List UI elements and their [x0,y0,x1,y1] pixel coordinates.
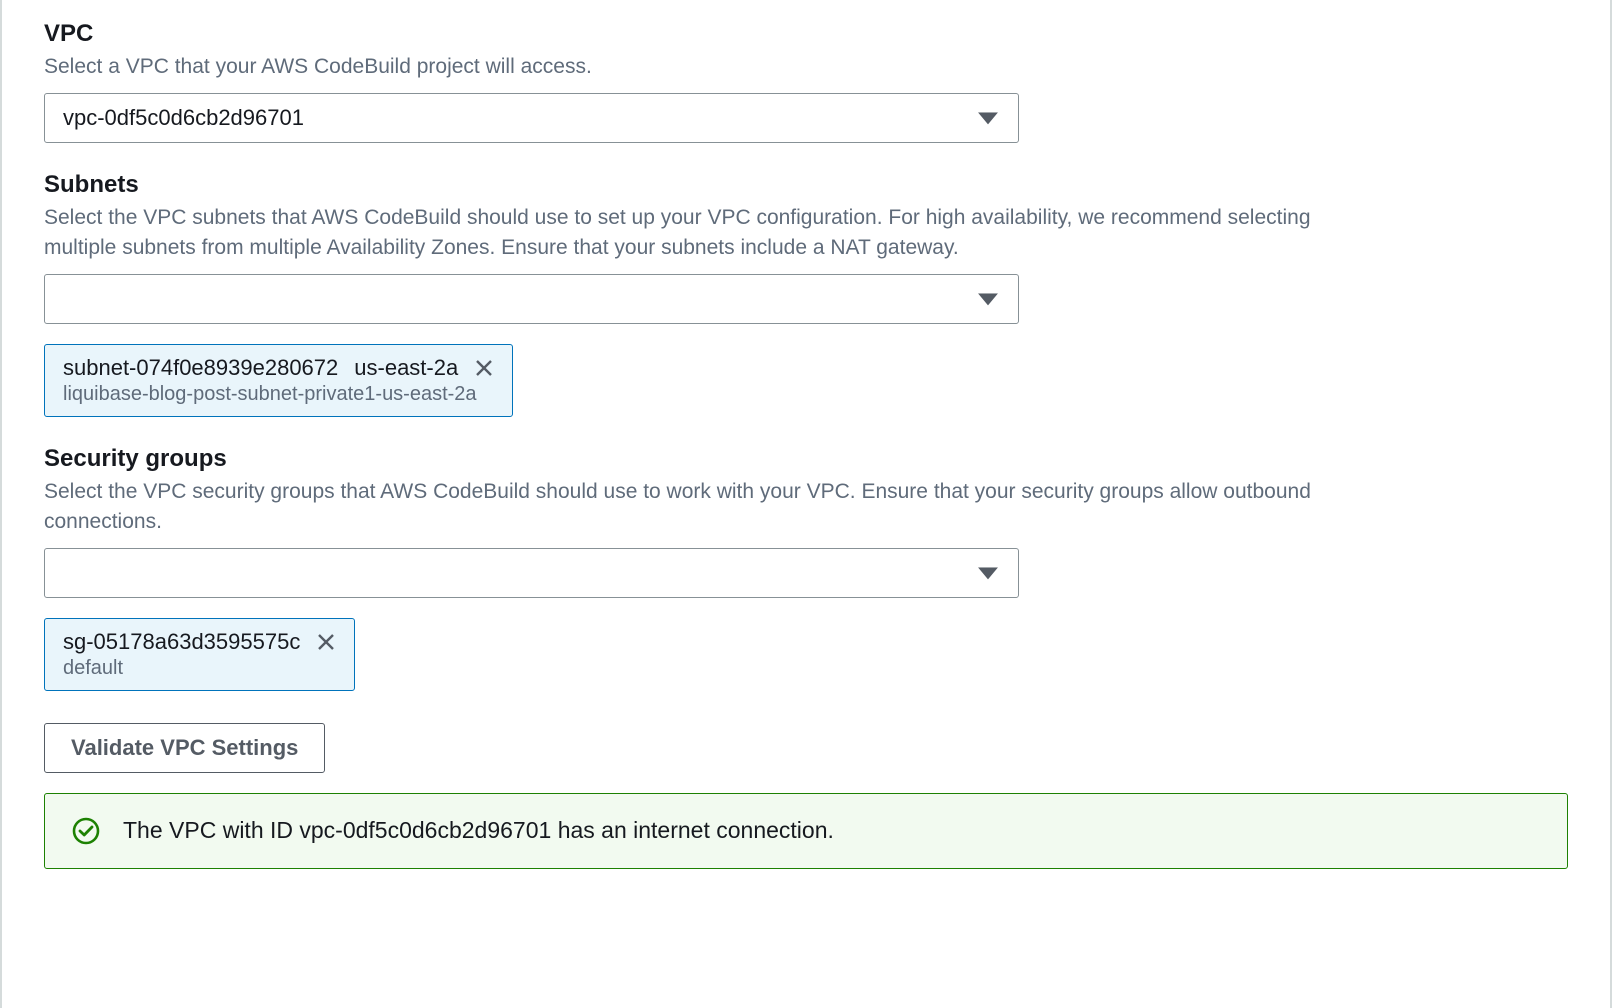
security-group-token-id: sg-05178a63d3595575c [63,629,300,655]
validate-vpc-settings-button[interactable]: Validate VPC Settings [44,723,325,773]
chevron-down-icon [978,113,998,127]
security-groups-field: Security groups Select the VPC security … [44,445,1568,691]
subnet-token-id: subnet-074f0e8939e280672 [63,355,338,381]
subnets-select[interactable] [44,274,1019,324]
chevron-down-icon [978,567,998,581]
vpc-description: Select a VPC that your AWS CodeBuild pro… [44,52,1364,81]
close-icon [474,358,494,378]
close-icon [316,632,336,652]
vpc-select[interactable]: vpc-0df5c0d6cb2d96701 [44,93,1019,143]
success-check-icon [71,816,101,846]
subnets-field: Subnets Select the VPC subnets that AWS … [44,171,1568,417]
subnet-token-remove-button[interactable] [474,358,494,378]
validate-row: Validate VPC Settings [44,719,1568,773]
subnet-token-az: us-east-2a [354,355,458,381]
security-groups-description: Select the VPC security groups that AWS … [44,477,1364,536]
security-group-token: sg-05178a63d3595575c default [44,618,355,691]
subnet-token-name: liquibase-blog-post-subnet-private1-us-e… [63,383,494,406]
subnets-label: Subnets [44,171,1568,199]
security-group-token-name: default [63,657,336,680]
security-group-token-remove-button[interactable] [316,632,336,652]
chevron-down-icon [978,294,998,308]
subnet-token: subnet-074f0e8939e280672 us-east-2a liqu… [44,344,513,417]
vpc-field: VPC Select a VPC that your AWS CodeBuild… [44,20,1568,143]
security-groups-label: Security groups [44,445,1568,473]
vpc-validation-success-alert: The VPC with ID vpc-0df5c0d6cb2d96701 ha… [44,793,1568,869]
vpc-validation-message: The VPC with ID vpc-0df5c0d6cb2d96701 ha… [123,817,834,844]
security-groups-select[interactable] [44,548,1019,598]
vpc-settings-panel: VPC Select a VPC that your AWS CodeBuild… [0,0,1612,1008]
subnets-description: Select the VPC subnets that AWS CodeBuil… [44,203,1364,262]
vpc-select-value: vpc-0df5c0d6cb2d96701 [63,105,304,131]
vpc-label: VPC [44,20,1568,48]
